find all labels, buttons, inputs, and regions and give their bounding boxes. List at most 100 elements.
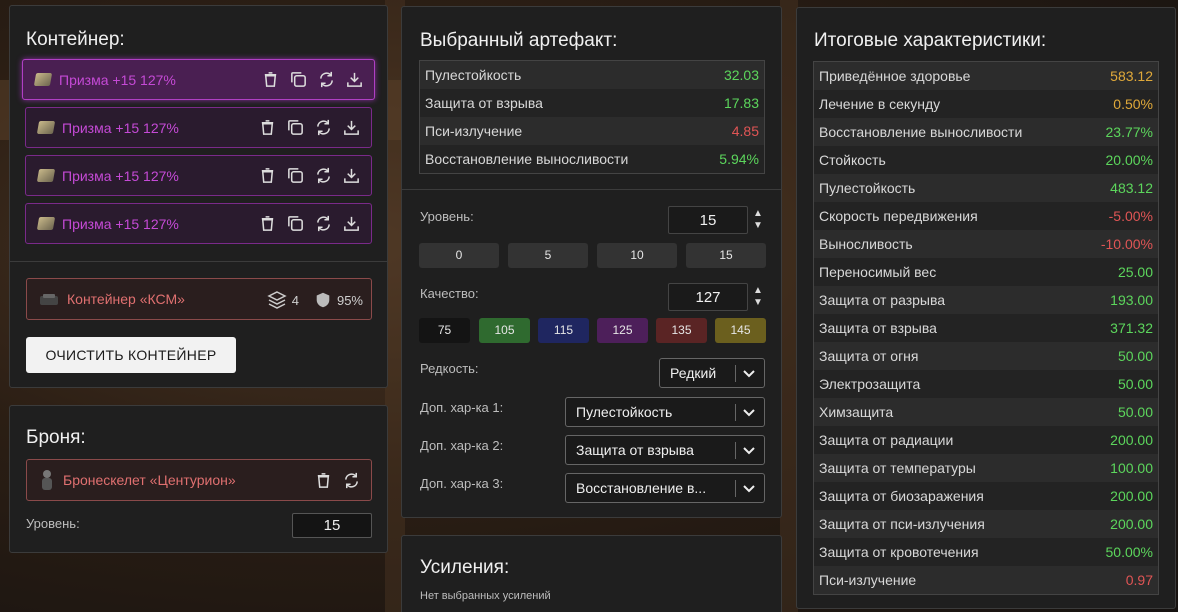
stat-value: 50.00% [1105, 544, 1153, 560]
quality-spinner[interactable]: ▲ ▼ [752, 285, 764, 309]
stat-value: 0.50% [1113, 96, 1153, 112]
layers-icon [267, 291, 287, 309]
trash-icon[interactable] [261, 70, 280, 89]
stat-value: 483.12 [1110, 180, 1153, 196]
quality-preset-button[interactable]: 145 [715, 318, 766, 343]
stat-value: 20.00% [1105, 152, 1153, 168]
extra2-label: Доп. хар-ка 2: [420, 438, 504, 453]
stat-label: Стойкость [819, 152, 886, 168]
level-spinner[interactable]: ▲ ▼ [752, 208, 764, 232]
chevron-up-icon[interactable]: ▲ [753, 285, 763, 297]
extra2-value: Защита от взрыва [576, 442, 694, 458]
download-icon[interactable] [342, 166, 361, 185]
copy-icon[interactable] [286, 166, 305, 185]
stat-label: Защита от пси-излучения [819, 516, 985, 532]
artifact-row[interactable]: Призма +15 127% [25, 107, 372, 148]
extra3-select[interactable]: Восстановление в... [565, 473, 765, 503]
chevron-down-icon[interactable]: ▼ [753, 297, 763, 309]
stat-label: Пулестойкость [819, 180, 916, 196]
stat-value: 17.83 [723, 95, 759, 111]
stat-label: Защита от кровотечения [819, 544, 979, 560]
stat-row: Стойкость 20.00% [814, 146, 1158, 174]
stat-row: Переносимый вес 25.00 [814, 258, 1158, 286]
stat-row: Восстановление выносливости 5.94% [420, 145, 764, 173]
quality-preset-button[interactable]: 105 [479, 318, 530, 343]
stat-value: 200.00 [1110, 516, 1153, 532]
chevron-down-icon[interactable]: ▼ [753, 220, 763, 232]
artifact-row[interactable]: Призма +15 127% [22, 59, 375, 100]
swap-icon[interactable] [314, 118, 333, 137]
container-panel: Контейнер: Призма +15 127% Призма +15 12… [9, 5, 388, 388]
extra1-select[interactable]: Пулестойкость [565, 397, 765, 427]
stat-value: 50.00 [1117, 376, 1153, 392]
stat-row: Приведённое здоровье 583.12 [814, 62, 1158, 90]
stat-label: Химзащита [819, 404, 894, 420]
divider [402, 189, 781, 190]
quality-preset-button[interactable]: 135 [656, 318, 707, 343]
stat-value: -10.00% [1100, 236, 1153, 252]
quality-preset-button[interactable]: 125 [597, 318, 648, 343]
stat-value: 200.00 [1110, 432, 1153, 448]
armor-name: Бронескелет «Центурион» [63, 472, 236, 488]
stat-label: Защита от температуры [819, 460, 976, 476]
trash-icon[interactable] [258, 214, 277, 233]
stat-value: 23.77% [1105, 124, 1153, 140]
level-label: Уровень: [420, 209, 474, 224]
quality-preset-button[interactable]: 115 [538, 318, 589, 343]
stat-value: 100.00 [1110, 460, 1153, 476]
stat-label: Приведённое здоровье [819, 68, 971, 84]
stat-label: Защита от взрыва [425, 95, 543, 111]
chevron-up-icon[interactable]: ▲ [753, 208, 763, 220]
container-item-row[interactable]: Контейнер «КСМ» 4 95% [26, 278, 372, 320]
swap-icon[interactable] [314, 166, 333, 185]
stat-row: Восстановление выносливости 23.77% [814, 118, 1158, 146]
stat-row: Пулестойкость 32.03 [420, 61, 764, 89]
armor-panel: Броня: Бронескелет «Центурион» Уровень: … [9, 405, 388, 553]
prism-artifact-icon [36, 121, 56, 134]
rarity-value: Редкий [670, 365, 717, 381]
armor-level-input[interactable]: 15 [292, 513, 372, 538]
rarity-select[interactable]: Редкий [659, 358, 765, 388]
copy-icon[interactable] [286, 214, 305, 233]
stat-value: -5.00% [1108, 208, 1153, 224]
trash-icon[interactable] [258, 166, 277, 185]
chevron-down-icon [743, 485, 755, 493]
stat-label: Защита от взрыва [819, 320, 937, 336]
stat-row: Пулестойкость 483.12 [814, 174, 1158, 202]
boosts-empty-text: Нет выбранных усилений [420, 590, 551, 602]
stat-row: Защита от радиации 200.00 [814, 426, 1158, 454]
artifact-row[interactable]: Призма +15 127% [25, 155, 372, 196]
copy-icon[interactable] [286, 118, 305, 137]
download-icon[interactable] [342, 118, 361, 137]
level-input[interactable]: 15 [668, 206, 748, 234]
copy-icon[interactable] [289, 70, 308, 89]
prism-artifact-icon [36, 217, 56, 230]
quality-input[interactable]: 127 [668, 283, 748, 311]
stat-label: Защита от разрыва [819, 292, 946, 308]
trash-icon[interactable] [314, 471, 333, 490]
level-preset-button[interactable]: 10 [597, 243, 677, 268]
trash-icon[interactable] [258, 118, 277, 137]
stat-label: Лечение в секунду [819, 96, 941, 112]
stat-label: Защита от радиации [819, 432, 954, 448]
download-icon[interactable] [342, 214, 361, 233]
level-preset-button[interactable]: 15 [686, 243, 766, 268]
download-icon[interactable] [345, 70, 364, 89]
level-preset-button[interactable]: 0 [419, 243, 499, 268]
armor-level-label: Уровень: [26, 516, 80, 531]
swap-icon[interactable] [314, 214, 333, 233]
divider [10, 261, 387, 262]
stat-row: Скорость передвижения -5.00% [814, 202, 1158, 230]
stat-label: Электрозащита [819, 376, 921, 392]
stat-row: Пси-излучение 0.97 [814, 566, 1158, 594]
level-preset-button[interactable]: 5 [508, 243, 588, 268]
armor-item-row[interactable]: Бронескелет «Центурион» [26, 459, 372, 501]
extra2-select[interactable]: Защита от взрыва [565, 435, 765, 465]
quality-preset-button[interactable]: 75 [419, 318, 470, 343]
stat-row: Защита от биозаражения 200.00 [814, 482, 1158, 510]
clear-container-button[interactable]: ОЧИСТИТЬ КОНТЕЙНЕР [26, 337, 236, 373]
artifact-row[interactable]: Призма +15 127% [25, 203, 372, 244]
swap-icon[interactable] [342, 471, 361, 490]
swap-icon[interactable] [317, 70, 336, 89]
totals-stats-table: Приведённое здоровье 583.12 Лечение в секу… [813, 61, 1159, 595]
